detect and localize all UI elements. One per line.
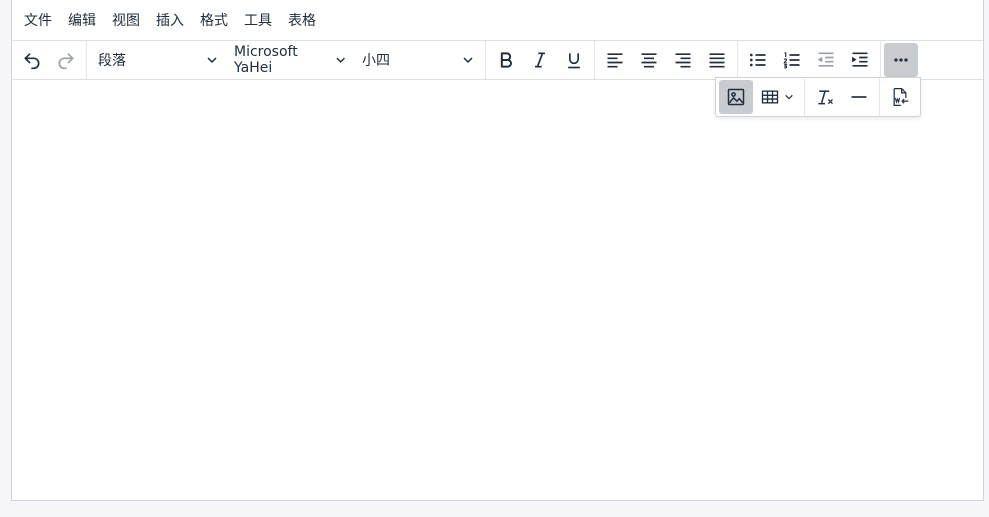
horizontal-rule-icon bbox=[851, 96, 867, 98]
undo-button[interactable] bbox=[15, 43, 49, 77]
clean-group bbox=[805, 78, 880, 116]
menu-file[interactable]: 文件 bbox=[16, 6, 60, 34]
font-size-select[interactable]: 小四 bbox=[354, 43, 482, 77]
align-left-button[interactable] bbox=[598, 43, 632, 77]
block-format-select[interactable]: 段落 bbox=[90, 43, 226, 77]
font-size-value: 小四 bbox=[362, 53, 390, 69]
menu-table[interactable]: 表格 bbox=[280, 6, 324, 34]
bold-icon bbox=[500, 52, 512, 68]
indent-button[interactable] bbox=[843, 43, 877, 77]
image-icon bbox=[727, 88, 745, 106]
chevron-down-icon bbox=[207, 57, 217, 64]
import-word-icon bbox=[893, 88, 909, 106]
align-left-icon bbox=[607, 53, 623, 68]
chevron-down-icon bbox=[785, 94, 793, 100]
align-group bbox=[595, 41, 738, 79]
menu-tools[interactable]: 工具 bbox=[236, 6, 280, 34]
align-right-icon bbox=[675, 53, 691, 68]
italic-button[interactable] bbox=[523, 43, 557, 77]
numbered-list-button[interactable] bbox=[775, 43, 809, 77]
menu-edit[interactable]: 编辑 bbox=[60, 6, 104, 34]
remove-format-button[interactable] bbox=[808, 80, 842, 114]
menubar: 文件 编辑 视图 插入 格式 工具 表格 bbox=[12, 0, 983, 41]
underline-icon bbox=[568, 53, 580, 69]
table-icon bbox=[761, 90, 779, 104]
font-family-select[interactable]: Microsoft YaHei bbox=[226, 43, 354, 77]
underline-button[interactable] bbox=[557, 43, 591, 77]
undo-icon bbox=[24, 53, 40, 70]
bold-button[interactable] bbox=[489, 43, 523, 77]
menu-insert[interactable]: 插入 bbox=[148, 6, 192, 34]
bullet-list-icon bbox=[750, 53, 766, 67]
menu-format[interactable]: 格式 bbox=[192, 6, 236, 34]
redo-icon bbox=[58, 53, 74, 70]
outdent-icon bbox=[817, 52, 834, 67]
bullet-list-button[interactable] bbox=[741, 43, 775, 77]
align-center-icon bbox=[641, 53, 657, 68]
font-family-value: Microsoft YaHei bbox=[234, 44, 298, 76]
more-group bbox=[881, 41, 921, 79]
chevron-down-icon bbox=[336, 57, 345, 63]
import-group bbox=[880, 78, 920, 116]
insert-image-button[interactable] bbox=[719, 80, 753, 114]
italic-icon bbox=[535, 52, 545, 68]
align-right-button[interactable] bbox=[666, 43, 700, 77]
outdent-button[interactable] bbox=[809, 43, 843, 77]
horizontal-rule-button[interactable] bbox=[842, 80, 876, 114]
text-style-group bbox=[486, 41, 595, 79]
media-group bbox=[716, 78, 805, 116]
toolbar: 段落 Microsoft YaHei 小四 bbox=[12, 41, 983, 80]
toolbar-overflow-drawer bbox=[715, 77, 921, 117]
insert-table-button[interactable] bbox=[753, 80, 801, 114]
remove-format-icon bbox=[818, 90, 833, 105]
menu-view[interactable]: 视图 bbox=[104, 6, 148, 34]
rich-text-editor: 文件 编辑 视图 插入 格式 工具 表格 段落 Microsoft YaHei bbox=[11, 0, 984, 501]
align-justify-button[interactable] bbox=[700, 43, 734, 77]
redo-button[interactable] bbox=[49, 43, 83, 77]
align-justify-icon bbox=[709, 53, 725, 68]
more-icon bbox=[894, 58, 908, 62]
chevron-down-icon bbox=[463, 57, 473, 64]
numbered-list-icon bbox=[783, 52, 800, 69]
list-group bbox=[738, 41, 881, 79]
block-format-value: 段落 bbox=[98, 53, 126, 69]
import-word-button[interactable] bbox=[883, 80, 917, 114]
indent-icon bbox=[852, 52, 868, 67]
align-center-button[interactable] bbox=[632, 43, 666, 77]
editor-content-area[interactable] bbox=[12, 80, 983, 500]
format-select-group: 段落 Microsoft YaHei 小四 bbox=[87, 41, 486, 79]
history-group bbox=[12, 41, 87, 79]
more-button[interactable] bbox=[884, 43, 918, 77]
